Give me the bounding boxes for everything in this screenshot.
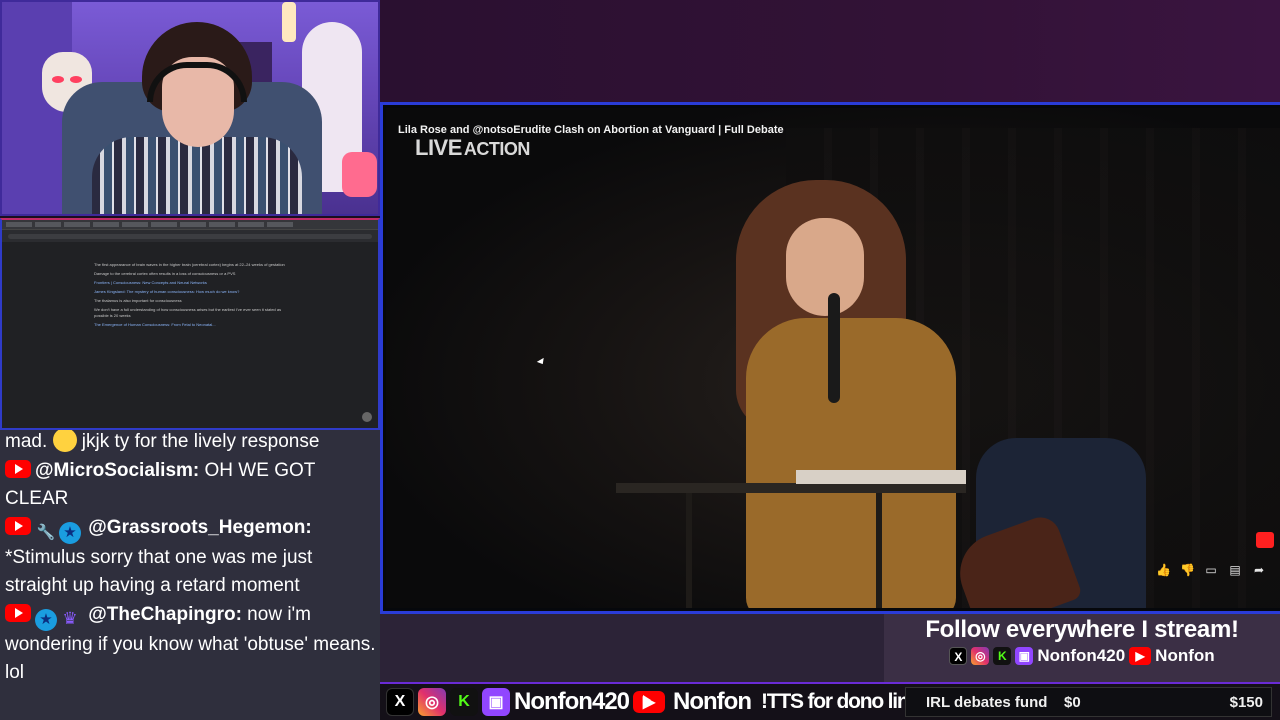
live-action-logo: LIVE ACTION (415, 135, 530, 161)
table-leg (876, 493, 882, 608)
logo-sub: ACTION (463, 139, 531, 159)
bottom-bar: X ◎ K ▣ Nonfon420 ▶ Nonfon !TTS for dono… (380, 682, 1280, 720)
tts-info: !TTS for dono link (760, 690, 920, 713)
follow-socials: X ◎ K ▣ Nonfon420 ▶ Nonfon (884, 646, 1280, 666)
follow-handle: Nonfon420 (1037, 646, 1126, 665)
browser-tab (35, 222, 61, 227)
lower-panel (380, 614, 884, 682)
follow-title: Follow everywhere I stream! (925, 616, 1239, 643)
youtube-icon (5, 459, 31, 478)
youtube-icon: ▶ (1129, 647, 1152, 665)
browser-tab (122, 222, 148, 227)
instagram-icon: ◎ (971, 647, 990, 665)
browser-capture: The first appearance of brain waves in t… (0, 218, 380, 430)
browser-content: The first appearance of brain waves in t… (2, 242, 378, 328)
twitch-icon: ▣ (482, 688, 510, 716)
speaker-dress (746, 318, 956, 608)
chat-text: jkjk ty for the lively response (76, 431, 320, 452)
crown-badge-icon: ♛ (62, 608, 78, 628)
star-badge-icon: ★ (59, 521, 81, 544)
browser-tab (64, 222, 90, 227)
browser-line: The first appearance of brain waves in t… (94, 262, 285, 267)
like-icon[interactable]: 👍 (1156, 563, 1171, 577)
chat-fragment: mad. (5, 431, 48, 452)
star-badge-icon: ★ (35, 608, 57, 631)
microphone (828, 293, 840, 403)
fund-goal: $150 (1229, 693, 1263, 711)
follow-banner: Follow everywhere I stream! X ◎ K ▣ Nonf… (884, 614, 1280, 682)
chat-message: @MicroSocialism: OH WE GOT CLEAR (5, 457, 376, 514)
browser-link: James Kingsland: The mystery of human co… (94, 289, 240, 294)
browser-line: We don't have a full understanding of ho… (94, 307, 282, 318)
follow-handle: Nonfon (1155, 646, 1215, 665)
mask-eye (52, 76, 64, 83)
chat-message: ★ ♛ @TheChapingro: now i'm wondering if y… (5, 601, 376, 688)
kick-icon: K (450, 688, 478, 716)
fund-goal-widget: IRL debates fund $0 $150 (905, 687, 1272, 717)
browser-tab (209, 222, 235, 227)
browser-url-field (8, 233, 372, 239)
browser-link: Frontiers | Consciousness: New Concepts … (94, 280, 207, 285)
table-leg (686, 493, 692, 608)
papers (796, 470, 966, 484)
mouse-cursor-icon (536, 357, 547, 367)
kick-icon: K (993, 647, 1012, 665)
playlist-icon[interactable]: ▤ (1228, 563, 1242, 577)
browser-link: The Emergence of Human Consciousness: Fr… (94, 322, 216, 327)
browser-address-bar (2, 230, 378, 242)
bottom-handle: Nonfon (673, 688, 752, 715)
browser-tab (238, 222, 264, 227)
logo-main: LIVE (415, 135, 462, 160)
fund-current: $0 (1064, 693, 1081, 711)
video-canvas[interactable]: Lila Rose and @notsoErudite Clash on Abo… (386, 108, 1280, 608)
video-actions: 👍 👎 ▭ ▤ ➦ (1156, 563, 1266, 577)
chat-username: @TheChapingro: (88, 603, 242, 625)
browser-tab (151, 222, 177, 227)
chat-message: mad. jkjk ty for the lively response (5, 430, 376, 457)
streamer-shirt (92, 137, 302, 214)
stage-table (616, 483, 966, 608)
browser-tab (267, 222, 293, 227)
chat-text: *Stimulus sorry that one was me just str… (5, 546, 313, 597)
subscribe-icon[interactable] (1256, 532, 1274, 548)
browser-corner-icon (362, 412, 372, 422)
browser-tab-strip (2, 220, 378, 230)
mask-eye (70, 76, 82, 83)
decorative-top-band (380, 0, 1280, 102)
twitch-icon: ▣ (1015, 647, 1034, 665)
instagram-icon: ◎ (418, 688, 446, 716)
dislike-icon[interactable]: 👎 (1180, 563, 1195, 577)
webcam-pink-plush (342, 152, 377, 197)
webcam-lamp (282, 2, 296, 42)
youtube-icon (5, 516, 31, 535)
bottom-handle: Nonfon420 (514, 688, 630, 715)
chat-username: @Grassroots_Hegemon: (88, 516, 312, 538)
grin-emoji-icon (52, 430, 77, 452)
chat-panel: mad. jkjk ty for the lively response @Mi… (0, 430, 380, 720)
youtube-icon (5, 603, 31, 622)
chat-username: @MicroSocialism: (35, 459, 200, 481)
x-icon: X (386, 688, 414, 716)
fund-label: IRL debates fund (926, 693, 1048, 711)
browser-tab (180, 222, 206, 227)
browser-tab (6, 222, 32, 227)
youtube-icon: ▶ (633, 691, 666, 713)
x-icon: X (949, 647, 968, 665)
webcam-feed (0, 0, 380, 216)
share-icon[interactable]: ➦ (1252, 563, 1266, 577)
browser-line: The thalamus is also important for consc… (94, 298, 182, 303)
browser-tab (93, 222, 119, 227)
wrench-icon: 🔧 (36, 523, 56, 541)
chat-message: 🔧 ★ @Grassroots_Hegemon: *Stimulus sorry … (5, 514, 376, 601)
speaker-face (786, 218, 864, 316)
comment-icon[interactable]: ▭ (1204, 563, 1218, 577)
video-player[interactable]: Lila Rose and @notsoErudite Clash on Abo… (380, 102, 1280, 614)
browser-line: Damage to the cerebral cortex often resu… (94, 271, 236, 276)
